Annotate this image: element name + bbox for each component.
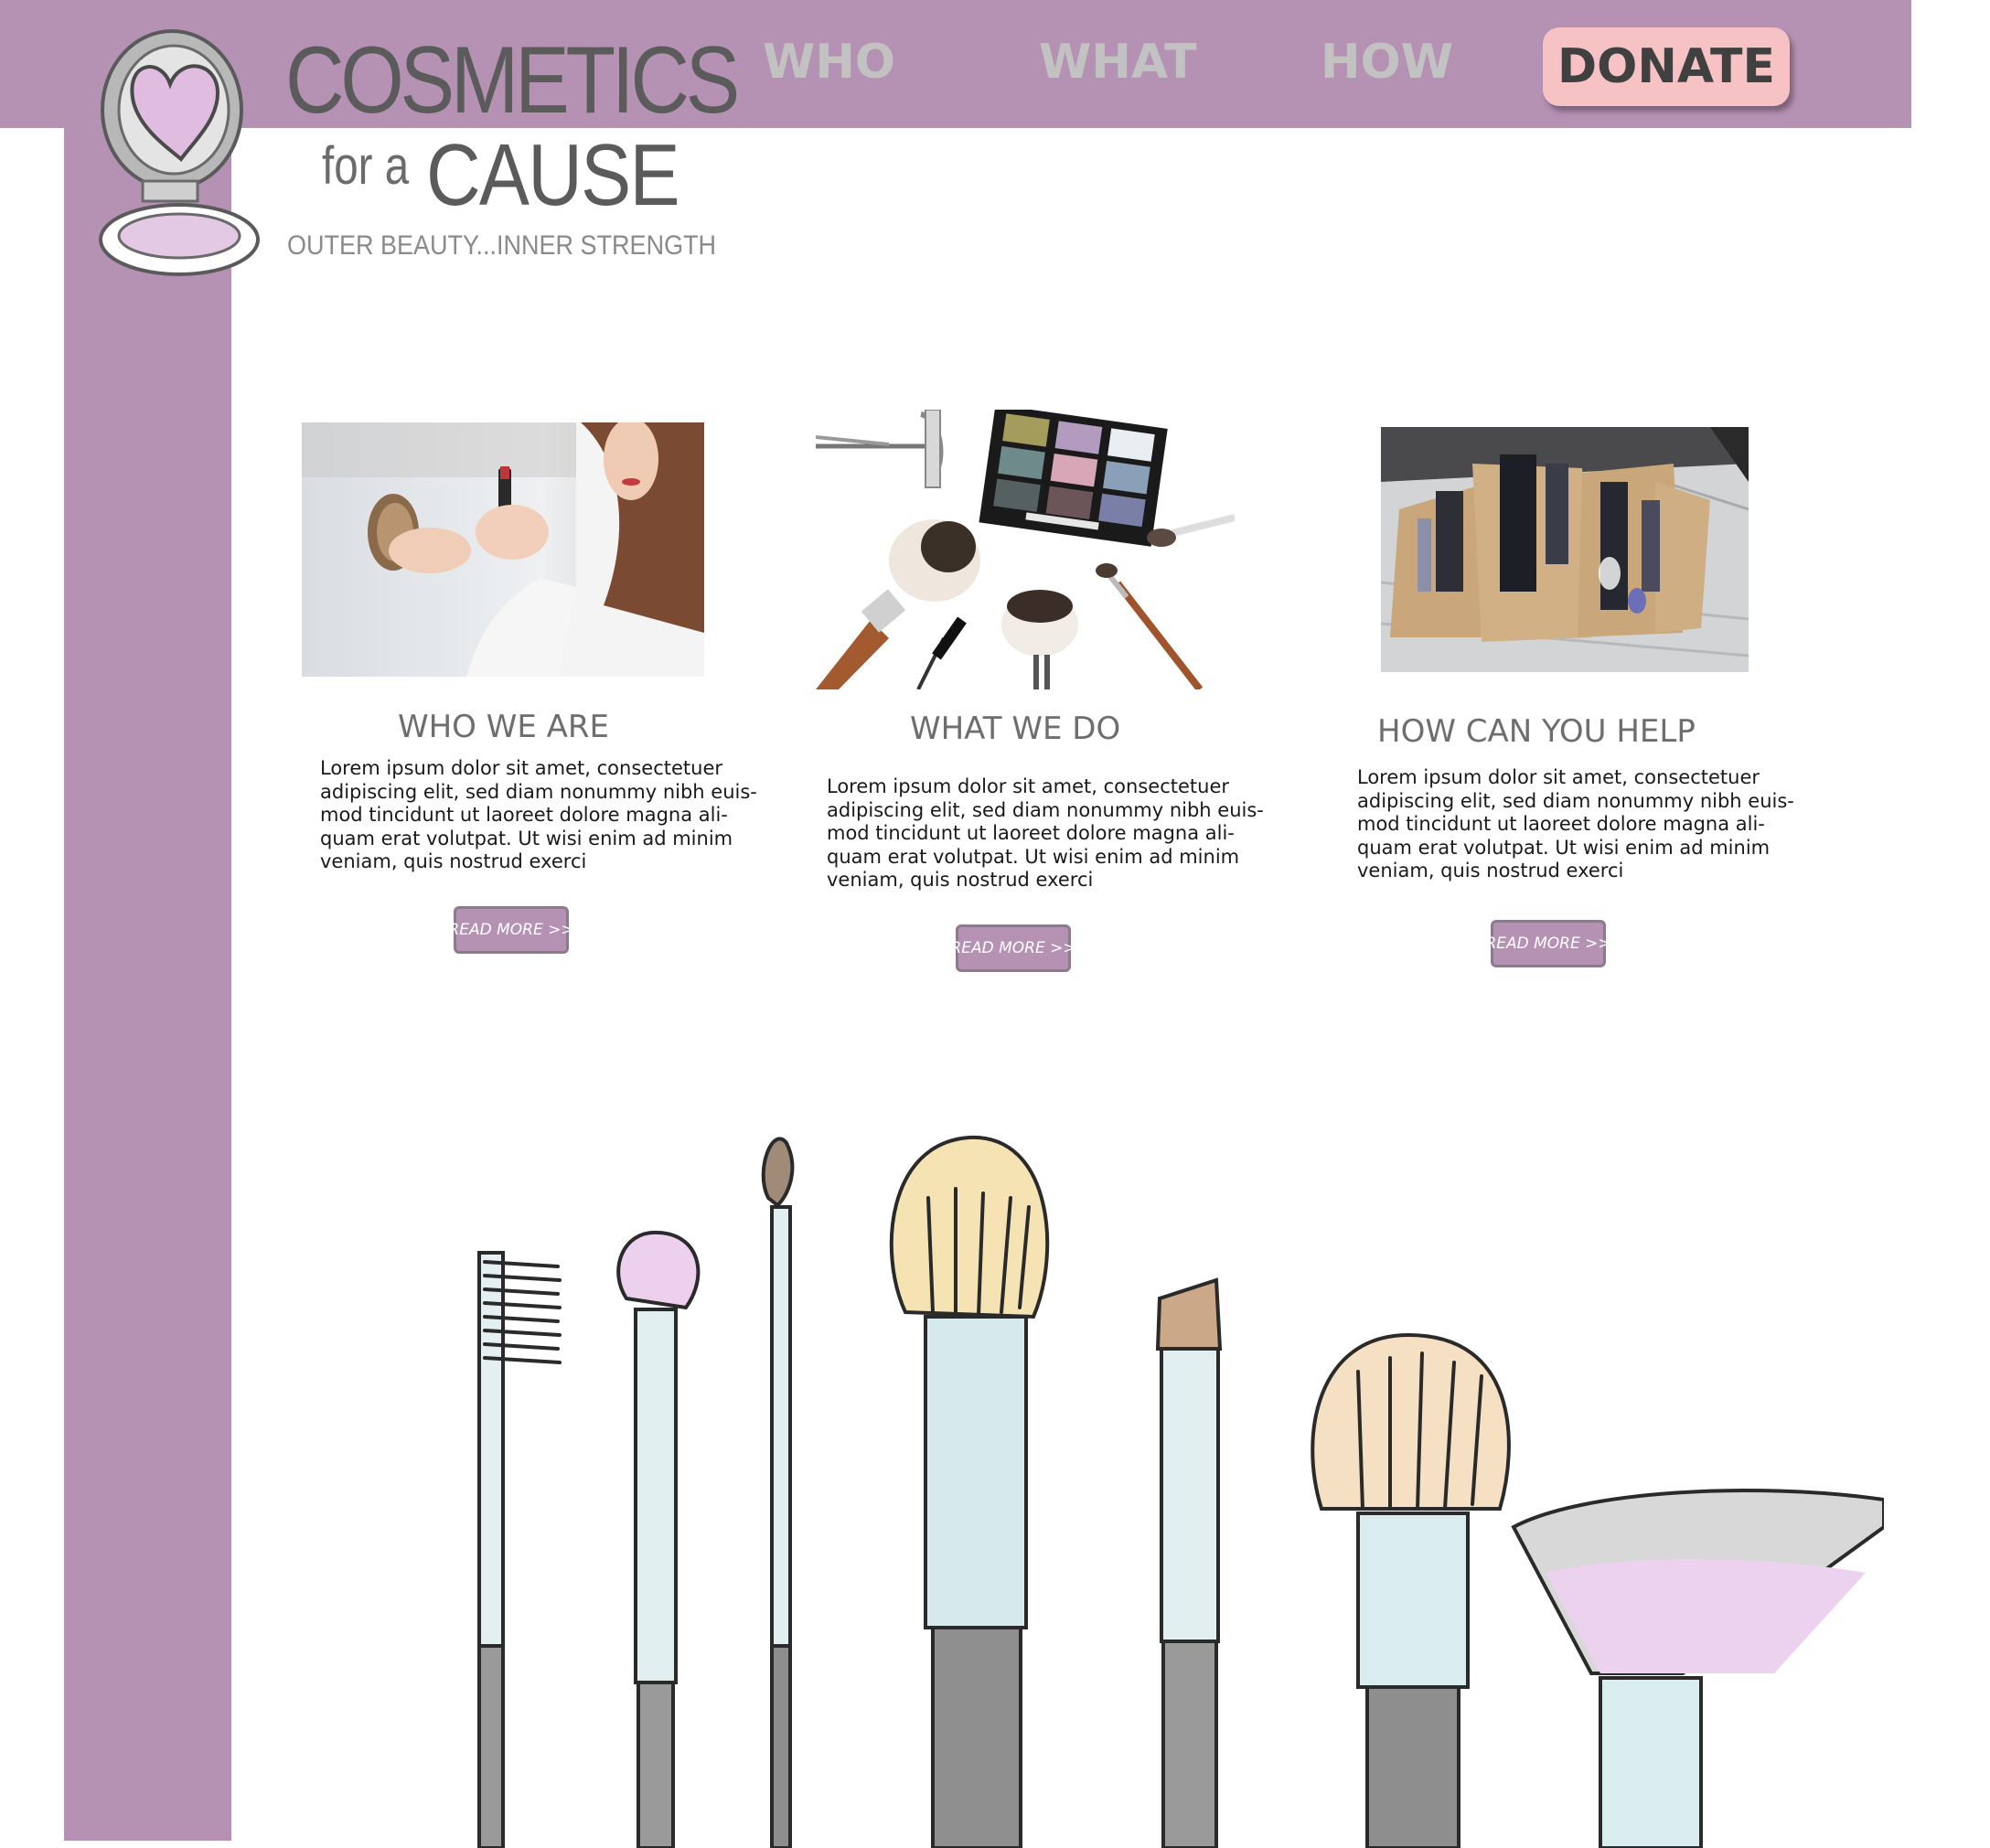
donate-button[interactable]: DONATE [1543,27,1790,106]
brand-cause: CAUSE [426,126,680,224]
left-sidebar-stripe [64,128,231,1841]
read-more-button-how[interactable]: READ MORE >> [1485,920,1611,967]
card-text-who-we-are: Lorem ipsum dolor sit amet, consectetuer… [320,757,757,872]
nav-how-link[interactable]: HOW [1321,38,1453,86]
brand-tagline: OUTER BEAUTY...INNER STRENGTH [287,230,717,261]
card-title-what-we-do: WHAT WE DO [910,710,1121,747]
read-more-button-what[interactable]: READ MORE >> [950,924,1076,972]
nav-who-link[interactable]: WHO [763,38,895,86]
read-more-button-who[interactable]: READ MORE >> [448,906,574,954]
brand-for-a: for a [322,136,410,196]
brand-title: COSMETICS [285,27,740,134]
makeup-tools-photo [816,410,1235,689]
card-text-how-can-you-help: Lorem ipsum dolor sit amet, consectetuer… [1357,766,1794,881]
makeup-brushes-illustration [477,1135,1884,1848]
donation-bags-photo [1381,427,1749,672]
card-text-what-we-do: Lorem ipsum dolor sit amet, consectetuer… [827,775,1264,891]
woman-lipstick-photo [302,422,704,677]
compact-mirror-logo-icon [99,29,260,276]
card-title-how-can-you-help: HOW CAN YOU HELP [1377,713,1696,750]
nav-what-link[interactable]: WHAT [1039,38,1197,86]
card-title-who-we-are: WHO WE ARE [398,709,610,745]
